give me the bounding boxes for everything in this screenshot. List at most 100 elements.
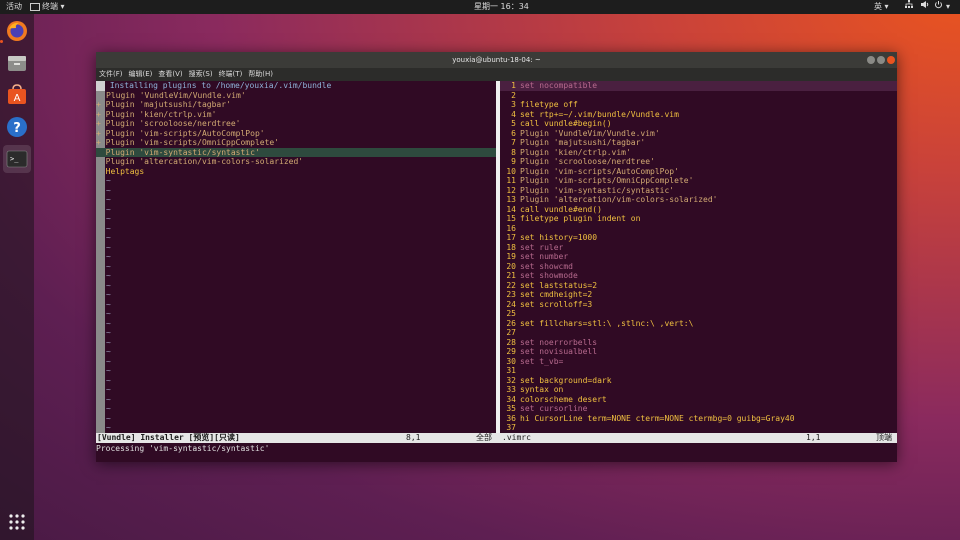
line-number: 9	[511, 157, 516, 166]
vundle-installer-pane[interactable]: Installing plugins to /home/youxia/.vim/…	[96, 81, 496, 433]
firefox-icon[interactable]	[3, 17, 31, 45]
code-line: 4 set rtp+=~/.vim/bundle/Vundle.vim	[500, 110, 679, 120]
cursor	[96, 81, 105, 91]
line-number: 18	[506, 242, 516, 252]
empty-line-marker: ~	[106, 185, 111, 195]
code-text: set fillchars=stl:\ ,stlnc:\ ,vert:\	[520, 318, 699, 328]
empty-line-marker: ~	[106, 280, 111, 290]
terminal-icon[interactable]: >_	[3, 145, 31, 173]
line-number: 21	[506, 271, 516, 280]
command-line: Processing 'vim-syntastic/syntastic'	[96, 444, 270, 453]
vimrc-pane[interactable]: 1 set nocompatible 2 3 filetype off 4 set rtp+…	[500, 81, 897, 433]
code-text: syntax on	[520, 385, 564, 394]
line-number: 33	[506, 385, 516, 394]
terminal-small-icon	[30, 2, 40, 11]
window-titlebar[interactable]: youxia@ubuntu-18-04: ~	[96, 52, 897, 68]
code-text: set t_vb=	[520, 356, 564, 366]
code-line: 19 set number	[500, 252, 568, 262]
empty-line-marker: ~	[106, 413, 111, 423]
code-text: Plugin 'majutsushi/tagbar'	[520, 138, 646, 147]
code-line: 25	[500, 309, 520, 319]
line-number: 13	[506, 195, 516, 204]
menu-terminal[interactable]: 终端(T)	[216, 68, 246, 81]
top-bar: 活动 终端 ▾ 星期一 16：34 英 ▾ ▾	[0, 0, 960, 14]
list-item-current: Plugin 'vim-syntastic/syntastic'	[96, 147, 496, 157]
list-item: + Plugin 'vim-scripts/OmniCppComplete'	[96, 138, 280, 147]
code-line: 17 set history=1000	[500, 233, 597, 243]
svg-text:>_: >_	[10, 155, 19, 163]
right-buffer-name: .vimrc	[502, 433, 531, 442]
line-number: 12	[506, 185, 516, 195]
code-line: 35 set cursorline	[500, 404, 587, 414]
right-cursor-position: 1,1	[806, 433, 821, 442]
list-item: + Plugin 'scrooloose/nerdtree'	[96, 119, 241, 128]
left-buffer-name: [Vundle] Installer [预览][只读]	[97, 433, 240, 442]
code-text: set cursorline	[520, 404, 588, 413]
code-text: set noerrorbells	[520, 337, 598, 347]
left-cursor-position: 8,1	[406, 433, 421, 442]
chevron-down-icon[interactable]: ▾	[946, 0, 950, 14]
code-line: 13 Plugin 'altercation/vim-colors-solariz…	[500, 195, 717, 205]
app-menu-label: 终端	[42, 2, 58, 11]
code-text: set showcmd	[520, 261, 573, 271]
status-bar: [Vundle] Installer [预览][只读] 8,1 全部 .vimr…	[96, 433, 897, 443]
code-line: 5 call vundle#begin()	[500, 119, 611, 129]
line-number: 4	[511, 109, 516, 119]
code-line: 14 call vundle#end()	[500, 205, 602, 215]
code-text: Plugin 'scrooloose/nerdtree'	[520, 157, 655, 166]
code-text: Plugin 'kien/ctrlp.vim'	[520, 147, 631, 157]
help-icon[interactable]: ?	[3, 113, 31, 141]
menu-help[interactable]: 帮助(H)	[245, 68, 276, 81]
chevron-down-icon: ▾	[882, 2, 889, 11]
code-line: 36 hi CursorLine term=NONE cterm=NONE cte…	[500, 413, 795, 424]
code-line: 30 set t_vb=	[500, 357, 563, 367]
menu-search[interactable]: 搜索(S)	[186, 68, 216, 81]
list-item: Helptags	[96, 166, 145, 176]
list-item: + Plugin 'vim-scripts/AutoComplPop'	[96, 128, 265, 138]
window-title: youxia@ubuntu-18-04: ~	[452, 56, 541, 64]
minimize-button[interactable]	[867, 56, 875, 64]
code-line: 26 set fillchars=stl:\ ,stlnc:\ ,vert:\	[500, 319, 698, 329]
line-number: 10	[506, 166, 516, 176]
menu-file[interactable]: 文件(F)	[96, 68, 126, 81]
line-number: 1	[511, 81, 516, 90]
code-line: 33 syntax on	[500, 385, 563, 395]
code-line: 18 set ruler	[500, 243, 563, 253]
code-text: set cmdheight=2	[520, 290, 593, 299]
maximize-button[interactable]	[877, 56, 885, 64]
empty-line-marker: ~	[106, 328, 111, 337]
app-menu[interactable]: 终端 ▾	[30, 0, 65, 14]
menu-edit[interactable]: 编辑(E)	[126, 68, 156, 81]
activities-button[interactable]: 活动	[6, 0, 22, 14]
code-line: 31	[500, 366, 520, 376]
clock[interactable]: 星期一 16：34	[474, 0, 529, 14]
show-apps-icon[interactable]	[3, 508, 31, 536]
installer-header: Installing plugins to /home/youxia/.vim/…	[105, 81, 332, 90]
code-text: set number	[520, 252, 569, 261]
code-line: 21 set showmode	[500, 271, 577, 281]
line-number: 35	[506, 404, 516, 413]
code-line: 3 filetype off	[500, 100, 578, 110]
software-icon[interactable]: A	[3, 81, 31, 109]
close-button[interactable]	[887, 56, 895, 64]
code-text: filetype off	[520, 100, 578, 109]
network-icon[interactable]	[904, 0, 914, 14]
menu-view[interactable]: 查看(V)	[155, 68, 185, 81]
terminal-window: youxia@ubuntu-18-04: ~ 文件(F) 编辑(E) 查看(V) 搜索…	[96, 52, 897, 462]
power-icon[interactable]	[934, 0, 943, 14]
input-method-indicator[interactable]: 英 ▾	[874, 0, 889, 14]
volume-icon[interactable]	[920, 0, 930, 14]
chevron-down-icon: ▾	[58, 2, 65, 11]
empty-line-marker: ~	[106, 299, 111, 309]
empty-line-marker: ~	[106, 347, 111, 356]
line-number: 27	[506, 328, 516, 337]
code-text: hi CursorLine term=NONE cterm=NONE cterm…	[520, 413, 795, 423]
line-number: 7	[511, 138, 516, 147]
terminal-area[interactable]: Installing plugins to /home/youxia/.vim/…	[96, 81, 897, 462]
code-text: Plugin 'vim-syntastic/syntastic'	[520, 185, 675, 195]
input-method-label: 英	[874, 2, 882, 11]
line-number: 30	[506, 356, 516, 366]
code-line: 27	[500, 328, 520, 338]
left-scroll-position: 全部	[476, 433, 492, 442]
files-icon[interactable]	[3, 49, 31, 77]
